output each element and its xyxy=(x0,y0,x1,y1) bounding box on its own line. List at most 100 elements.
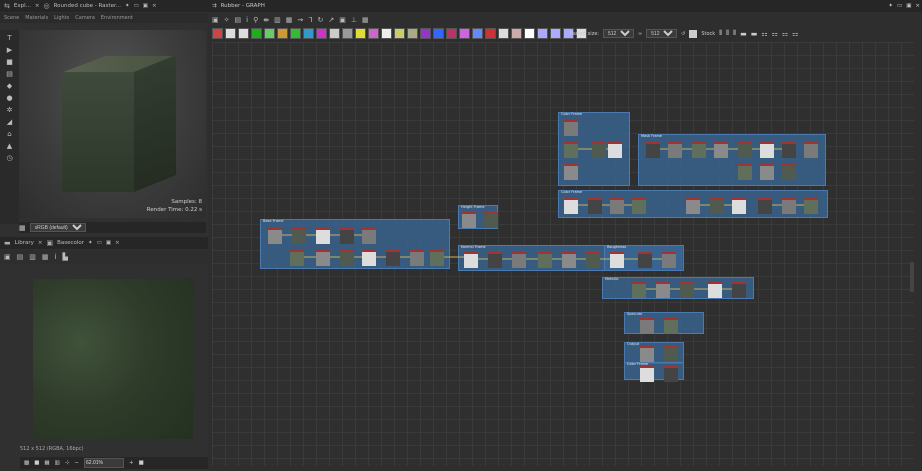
tile-icon[interactable]: ▥ xyxy=(55,460,60,466)
atomic-node-button[interactable] xyxy=(459,28,470,39)
float-graph-icon[interactable]: ▭ xyxy=(897,3,902,9)
fit-graph-icon[interactable]: ✧ xyxy=(224,16,230,24)
tab-basecolor[interactable]: Basecolor xyxy=(57,240,84,246)
route-icon[interactable]: ᒣ xyxy=(308,16,312,24)
tree-icon[interactable]: ⚏ xyxy=(772,30,778,38)
maximize-graph-icon[interactable]: ▣ xyxy=(906,3,911,9)
atomic-node-button[interactable] xyxy=(355,28,366,39)
distribute-icon[interactable]: ⫴ xyxy=(733,29,736,38)
atomic-node-button[interactable] xyxy=(342,28,353,39)
zoom-field[interactable] xyxy=(84,458,125,468)
3d-viewport[interactable]: Samples: 8 Render Time: 0.22 s xyxy=(19,30,206,218)
info-graph-icon[interactable]: i xyxy=(246,16,248,24)
align-left-icon[interactable]: ⫴ xyxy=(719,29,722,38)
search-icon[interactable]: ⚲ xyxy=(253,16,258,24)
pin-tool-icon[interactable]: ▦ xyxy=(362,16,369,24)
frame-tool-icon[interactable]: ▣ xyxy=(339,16,346,24)
compact-icon[interactable]: ⚏ xyxy=(792,30,798,38)
atomic-node-button[interactable] xyxy=(511,28,522,39)
menu-materials[interactable]: Materials xyxy=(25,15,48,21)
atomic-node-button[interactable] xyxy=(433,28,444,39)
comment-icon[interactable]: ⊥ xyxy=(351,16,357,24)
tab-explorer[interactable]: Expl... xyxy=(14,3,31,9)
atomic-node-button[interactable] xyxy=(316,28,327,39)
float-icon[interactable]: ▭ xyxy=(134,3,139,9)
pin-graph-icon[interactable]: ✦ xyxy=(888,3,893,9)
align-icon[interactable]: ⇼ xyxy=(263,16,269,24)
channel-icon[interactable]: ▦ xyxy=(42,253,49,261)
zoom-out-icon[interactable]: − xyxy=(74,460,79,466)
stock-checkbox[interactable] xyxy=(689,29,698,38)
select-tool-icon[interactable]: ▶ xyxy=(7,46,12,54)
export-icon[interactable]: ▤ xyxy=(17,253,24,261)
material-icon[interactable]: ● xyxy=(6,94,12,102)
atomic-node-button[interactable] xyxy=(472,28,483,39)
menu-lights[interactable]: Lights xyxy=(54,15,69,21)
fit-icon[interactable]: ⊹ xyxy=(65,460,70,466)
shape-icon[interactable]: ◢ xyxy=(7,118,12,126)
light-icon[interactable]: ◆ xyxy=(7,82,12,90)
histogram-icon[interactable]: ▙ xyxy=(62,253,67,261)
menu-environment[interactable]: Environment xyxy=(101,15,133,21)
close-library-icon[interactable]: × xyxy=(38,240,43,246)
parent-size-width-select[interactable]: 512 xyxy=(602,29,634,38)
atomic-node-button[interactable] xyxy=(368,28,379,39)
text-tool-icon[interactable]: T xyxy=(7,34,11,42)
color-space-select[interactable]: sRGB (default) xyxy=(29,223,86,232)
atomic-node-button[interactable] xyxy=(251,28,262,39)
atomic-node-button[interactable] xyxy=(381,28,392,39)
settings-gear-icon[interactable]: ✲ xyxy=(7,106,13,114)
tab-library[interactable]: Library xyxy=(15,240,34,246)
save-icon[interactable]: ▣ xyxy=(4,253,11,261)
order-icon[interactable]: ⚏ xyxy=(761,30,767,38)
align-center-icon[interactable]: ⫴ xyxy=(726,29,729,38)
frame-all-icon[interactable]: ▣ xyxy=(212,16,219,24)
link-icon[interactable]: ⇝ xyxy=(297,16,303,24)
tab-graph[interactable]: Rubber - GRAPH xyxy=(221,3,265,9)
atomic-node-button[interactable] xyxy=(498,28,509,39)
close-graph-icon[interactable]: × xyxy=(915,3,920,9)
atomic-node-button[interactable] xyxy=(238,28,249,39)
atomic-node-button[interactable] xyxy=(485,28,496,39)
float-2d-icon[interactable]: ▭ xyxy=(97,240,102,246)
close-view-icon[interactable]: × xyxy=(152,3,157,9)
parent-size-height-select[interactable]: 512 xyxy=(646,29,678,38)
atomic-node-button[interactable] xyxy=(329,28,340,39)
tab-3d-view[interactable]: Rounded cube - Raster... xyxy=(54,3,121,9)
pin-2d-icon[interactable]: ✦ xyxy=(88,240,93,246)
atomic-node-button[interactable] xyxy=(225,28,236,39)
black-bg-icon[interactable]: ■ xyxy=(34,460,39,466)
close-icon[interactable]: × xyxy=(35,3,40,9)
zoom-in-icon[interactable]: + xyxy=(129,460,134,466)
snap-icon[interactable]: ▬ xyxy=(740,30,747,38)
grid-icon[interactable]: ▦ xyxy=(44,460,49,466)
pick-icon[interactable]: ↗ xyxy=(328,16,334,24)
pin-icon[interactable]: ✦ xyxy=(125,3,130,9)
atomic-node-button[interactable] xyxy=(524,28,535,39)
basecolor-texture-preview[interactable] xyxy=(33,279,193,439)
atomic-node-button[interactable] xyxy=(407,28,418,39)
info-icon[interactable]: i xyxy=(55,253,57,261)
atomic-node-button[interactable] xyxy=(394,28,405,39)
close-2d-icon[interactable]: × xyxy=(115,240,120,246)
tidy-icon[interactable]: ⚏ xyxy=(782,30,788,38)
maximize-icon[interactable]: ▣ xyxy=(143,3,148,9)
atomic-node-button[interactable] xyxy=(550,28,561,39)
env-icon[interactable]: ▲ xyxy=(7,142,12,150)
menu-camera[interactable]: Camera xyxy=(75,15,95,21)
layout-icon[interactable]: ▥ xyxy=(274,16,281,24)
atomic-node-button[interactable] xyxy=(420,28,431,39)
grid-toggle-icon[interactable]: ▦ xyxy=(286,16,293,24)
lock-view-icon[interactable]: ■ xyxy=(139,460,144,466)
atomic-node-button[interactable] xyxy=(303,28,314,39)
atomic-node-button[interactable] xyxy=(446,28,457,39)
atomic-node-button[interactable] xyxy=(537,28,548,39)
atomic-node-button[interactable] xyxy=(264,28,275,39)
atomic-node-button[interactable] xyxy=(290,28,301,39)
checker-icon[interactable]: ▩ xyxy=(24,460,29,466)
lock-icon[interactable]: ⌂ xyxy=(7,130,11,138)
camera-icon[interactable]: ■ xyxy=(6,58,13,66)
maximize-2d-icon[interactable]: ▣ xyxy=(106,240,111,246)
screenshot-icon[interactable]: ▤ xyxy=(6,70,13,78)
clock-icon[interactable]: ◷ xyxy=(6,154,12,162)
